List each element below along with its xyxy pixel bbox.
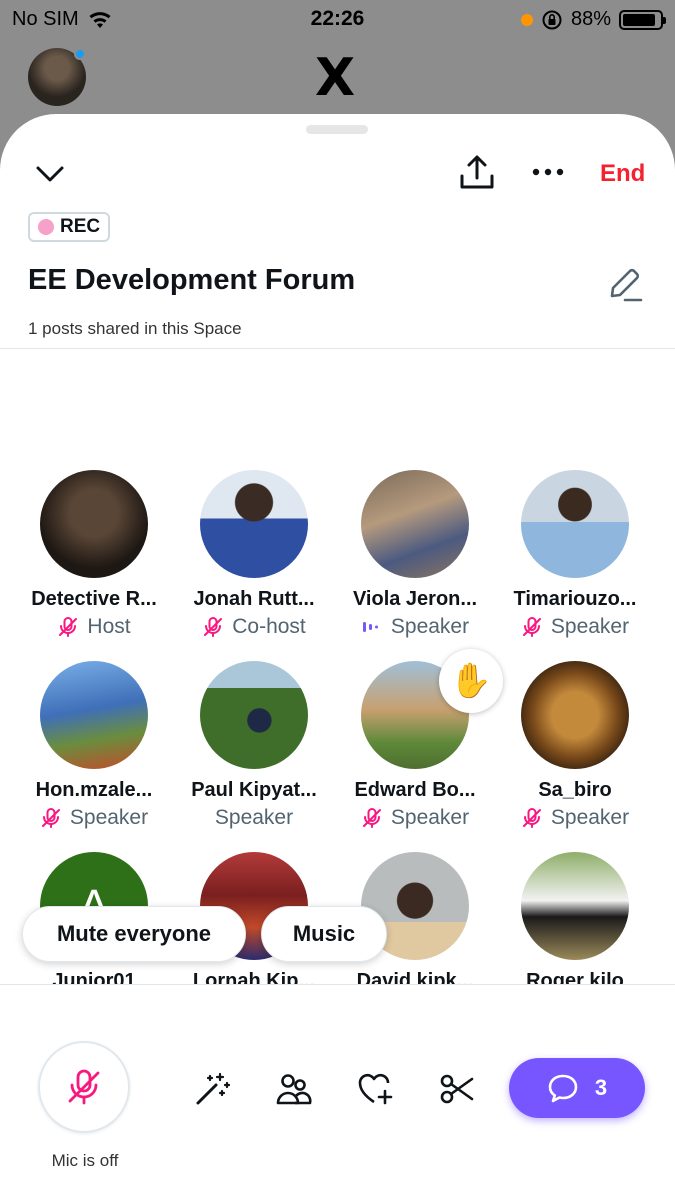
mute-everyone-button[interactable]: Mute everyone: [22, 906, 246, 962]
people-icon[interactable]: [275, 1071, 313, 1107]
battery-percent: 88%: [570, 8, 611, 30]
participant-role: Co-host: [174, 615, 334, 639]
share-icon[interactable]: [458, 154, 496, 192]
chat-count: 3: [594, 1075, 608, 1100]
drag-handle[interactable]: [306, 125, 368, 134]
edit-icon[interactable]: [606, 266, 644, 302]
chat-button[interactable]: 3: [509, 1058, 645, 1118]
participant-tile[interactable]: Hon.mzale... Speaker: [14, 661, 174, 830]
record-dot-icon: [38, 219, 54, 235]
participant-name: Sa_biro: [538, 779, 612, 801]
notification-dot: [74, 48, 86, 60]
participant-avatar[interactable]: [521, 470, 629, 578]
bottom-bar: Mic is off 3: [0, 985, 675, 1200]
privacy-dot-icon: [520, 13, 533, 26]
participant-role: Speaker: [495, 615, 655, 639]
magic-wand-icon[interactable]: [194, 1071, 230, 1107]
chat-bubble-icon: [548, 1074, 578, 1103]
participant-role: Speaker: [335, 615, 495, 639]
heart-plus-icon[interactable]: [357, 1071, 395, 1107]
divider: [0, 348, 675, 349]
participant-avatar[interactable]: [200, 661, 308, 769]
mic-toggle-button[interactable]: [38, 1041, 130, 1133]
participant-role: Speaker: [14, 806, 174, 830]
participant-name: Viola Jeron...: [352, 588, 478, 610]
battery-fill: [623, 13, 655, 26]
participant-name: Paul Kipyat...: [191, 779, 317, 801]
mic-muted-icon: [59, 617, 78, 637]
role-label: Host: [87, 615, 131, 638]
mic-muted-icon: [41, 808, 60, 828]
participant-name: Detective R...: [31, 588, 157, 610]
mic-muted-icon: [204, 617, 223, 637]
role-label: Speaker: [390, 806, 470, 829]
chevron-down-icon[interactable]: [34, 158, 66, 190]
rotation-lock-icon: [542, 10, 562, 29]
sheet-toolbar: End: [0, 154, 675, 194]
music-button[interactable]: Music: [261, 906, 387, 962]
space-sheet: End REC EE Development Forum 1 posts sha…: [0, 114, 675, 1200]
more-icon[interactable]: [530, 160, 566, 184]
participant-name: Edward Bo...: [354, 779, 476, 801]
participant-role: Speaker: [174, 806, 334, 830]
participant-name: Jonah Rutt...: [193, 588, 315, 610]
participant-tile[interactable]: Viola Jeron... Speaker: [335, 470, 495, 639]
participant-avatar[interactable]: [521, 661, 629, 769]
participant-role: Host: [14, 615, 174, 639]
mic-muted-icon: [522, 617, 541, 637]
participant-tile[interactable]: Timariouzo... Speaker: [495, 470, 655, 639]
participant-name: Hon.mzale...: [35, 779, 153, 801]
mic-status-label: Mic is off: [51, 1151, 119, 1170]
role-label: Speaker: [214, 806, 294, 829]
end-space-button[interactable]: End: [600, 160, 645, 188]
scissors-icon[interactable]: [439, 1071, 475, 1107]
space-title: EE Development Forum: [28, 264, 356, 296]
mic-muted-icon: [362, 808, 381, 828]
participant-avatar[interactable]: [361, 470, 469, 578]
participant-tile[interactable]: Detective R... Host: [14, 470, 174, 639]
participant-tile[interactable]: Sa_biro Speaker: [495, 661, 655, 830]
participant-avatar[interactable]: [200, 470, 308, 578]
posts-shared-link[interactable]: 1 posts shared in this Space: [28, 319, 242, 339]
recording-badge: REC: [28, 212, 111, 242]
participant-role: Speaker: [495, 806, 655, 830]
participant-avatar[interactable]: [40, 661, 148, 769]
x-logo: X: [315, 48, 356, 108]
participant-name: Timariouzo...: [513, 588, 637, 610]
raised-hand-icon: ✋: [439, 649, 503, 713]
role-label: Speaker: [550, 806, 630, 829]
participant-tile[interactable]: Edward Bo... Speaker ✋: [335, 649, 503, 830]
status-bar: No SIM 22:26 88%: [0, 0, 675, 38]
participant-avatar[interactable]: [40, 470, 148, 578]
participant-tile[interactable]: Jonah Rutt... Co-host: [174, 470, 334, 639]
participant-tile[interactable]: Paul Kipyat... Speaker: [174, 661, 334, 830]
role-label: Speaker: [550, 615, 630, 638]
role-label: Co-host: [232, 615, 306, 638]
status-right: 88%: [520, 8, 666, 31]
mic-muted-icon: [522, 808, 541, 828]
battery-icon: [619, 9, 666, 30]
role-label: Speaker: [390, 615, 470, 638]
participant-role: Speaker: [335, 806, 495, 830]
mic-off-icon: [68, 1069, 100, 1105]
speaking-icon: [362, 622, 378, 632]
recording-label: REC: [60, 216, 101, 237]
role-label: Speaker: [69, 806, 149, 829]
participant-avatar[interactable]: [521, 852, 629, 960]
